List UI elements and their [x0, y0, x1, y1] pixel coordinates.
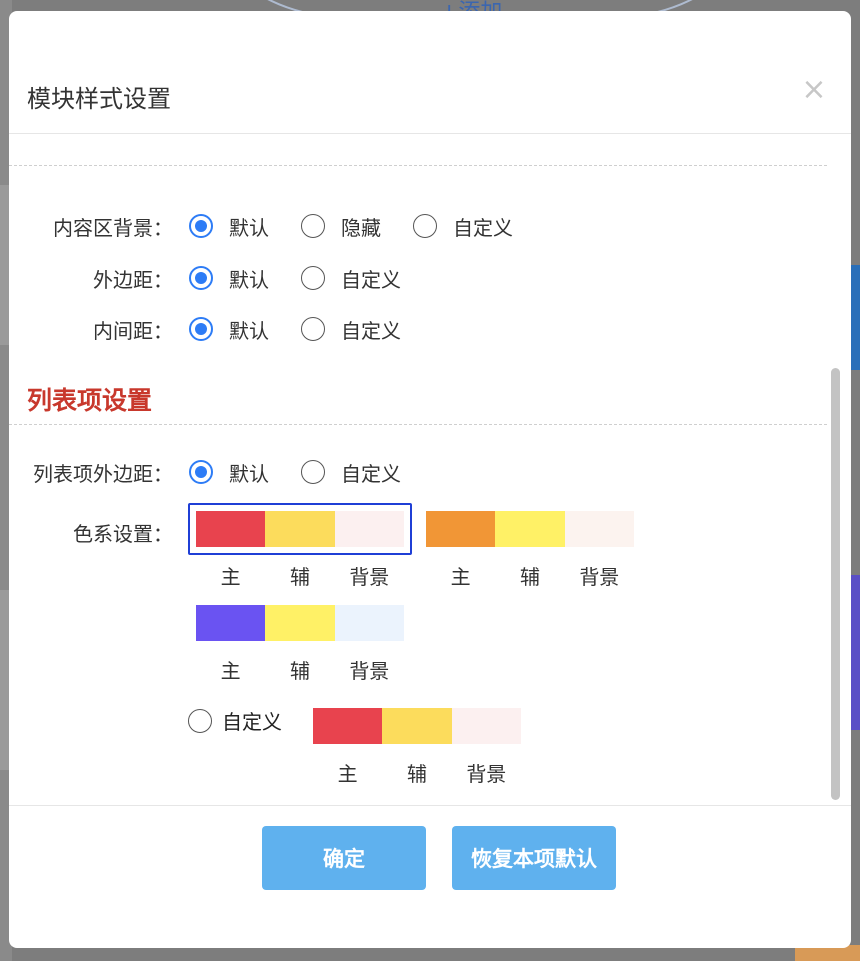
padding-row: 内间距： 默认 自定义	[9, 313, 423, 345]
swatch-bar	[426, 511, 634, 547]
background-color	[564, 511, 634, 547]
color-swatch-3[interactable]: 主 辅 背景	[196, 605, 404, 684]
swatch-labels: 主 辅 背景	[196, 655, 404, 684]
dialog-body: 内容区背景： 默认 隐藏 自定义 外边距： 默认 自定义 内间距： 默认 自定义…	[9, 152, 827, 804]
swatch-bar	[313, 708, 521, 744]
swatch-labels: 主 辅 背景	[426, 561, 634, 590]
swatch-label-secondary: 辅	[289, 659, 310, 683]
content-bg-row: 内容区背景： 默认 隐藏 自定义	[9, 210, 535, 242]
list-section-title: 列表项设置	[27, 386, 153, 415]
radio-button[interactable]	[301, 214, 325, 238]
background-color	[451, 708, 521, 744]
option-label: 默认	[229, 267, 269, 292]
color-swatch-2[interactable]: 主 辅 背景	[426, 511, 634, 590]
custom-color-option[interactable]: 自定义	[188, 706, 282, 735]
close-icon[interactable]: ×	[801, 75, 827, 105]
radio-button[interactable]	[188, 708, 212, 733]
content-bg-label: 内容区背景：	[53, 215, 173, 240]
dialog-header: 模块样式设置 ×	[9, 11, 851, 134]
padding-default-option[interactable]: 默认	[189, 315, 269, 344]
swatch-label-secondary: 辅	[519, 565, 540, 589]
swatch-label-primary: 主	[220, 565, 241, 589]
option-label: 默认	[229, 461, 269, 486]
primary-color	[426, 511, 496, 547]
secondary-color	[382, 708, 452, 744]
background-color	[334, 511, 404, 547]
color-scheme-label: 色系设置：	[73, 521, 173, 546]
margin-custom-option[interactable]: 自定义	[301, 264, 401, 293]
swatch-label-background: 背景	[349, 659, 390, 683]
radio-button[interactable]	[413, 214, 437, 238]
custom-color-swatch[interactable]: 主 辅 背景	[313, 708, 521, 787]
swatch-bar	[196, 605, 404, 641]
radio-button[interactable]	[189, 460, 213, 484]
swatch-label-primary: 主	[220, 659, 241, 683]
margin-label: 外边距：	[93, 267, 173, 292]
divider	[9, 165, 827, 166]
option-label: 自定义	[341, 318, 401, 343]
radio-button[interactable]	[189, 214, 213, 238]
dialog-title: 模块样式设置	[27, 85, 171, 113]
swatch-label-secondary: 辅	[406, 762, 427, 786]
margin-row: 外边距： 默认 自定义	[9, 262, 423, 294]
swatch-label-primary: 主	[337, 762, 358, 786]
reset-default-button[interactable]: 恢复本项默认	[452, 826, 616, 890]
margin-default-option[interactable]: 默认	[189, 264, 269, 293]
radio-button[interactable]	[301, 460, 325, 484]
secondary-color	[495, 511, 565, 547]
list-margin-label: 列表项外边距：	[33, 461, 173, 486]
primary-color	[313, 708, 383, 744]
swatch-label-secondary: 辅	[289, 565, 310, 589]
scrollbar-thumb[interactable]	[831, 368, 840, 800]
secondary-color	[265, 605, 335, 641]
option-label: 自定义	[341, 461, 401, 486]
option-label: 自定义	[453, 215, 513, 240]
swatch-labels: 主 辅 背景	[313, 758, 521, 787]
list-margin-default-option[interactable]: 默认	[189, 458, 269, 487]
padding-label: 内间距：	[93, 318, 173, 343]
scrollbar[interactable]	[829, 152, 841, 804]
radio-button[interactable]	[301, 317, 325, 341]
divider	[9, 424, 827, 425]
radio-button[interactable]	[301, 266, 325, 290]
list-margin-row: 列表项外边距： 默认 自定义	[9, 456, 423, 488]
color-scheme-row: 色系设置：	[9, 516, 179, 548]
dialog-footer: 确定 恢复本项默认	[9, 805, 851, 948]
swatch-label-primary: 主	[450, 565, 471, 589]
background-color	[334, 605, 404, 641]
content-bg-default-option[interactable]: 默认	[189, 212, 269, 241]
swatch-label-background: 背景	[466, 762, 507, 786]
confirm-button[interactable]: 确定	[262, 826, 426, 890]
color-swatch-1[interactable]: 主 辅 背景	[196, 511, 404, 590]
secondary-color	[265, 511, 335, 547]
list-margin-custom-option[interactable]: 自定义	[301, 458, 401, 487]
option-label: 隐藏	[341, 215, 381, 240]
option-label: 自定义	[222, 710, 282, 734]
swatch-label-background: 背景	[579, 565, 620, 589]
module-style-dialog: 模块样式设置 × 内容区背景： 默认 隐藏 自定义 外边距： 默认 自定义 内间…	[9, 11, 851, 948]
content-bg-hide-option[interactable]: 隐藏	[301, 212, 381, 241]
option-label: 默认	[229, 318, 269, 343]
primary-color	[196, 511, 266, 547]
swatch-bar	[196, 511, 404, 547]
swatch-labels: 主 辅 背景	[196, 561, 404, 590]
padding-custom-option[interactable]: 自定义	[301, 315, 401, 344]
option-label: 自定义	[341, 267, 401, 292]
primary-color	[196, 605, 266, 641]
radio-button[interactable]	[189, 266, 213, 290]
swatch-label-background: 背景	[349, 565, 390, 589]
radio-button[interactable]	[189, 317, 213, 341]
content-bg-custom-option[interactable]: 自定义	[413, 212, 513, 241]
option-label: 默认	[229, 215, 269, 240]
